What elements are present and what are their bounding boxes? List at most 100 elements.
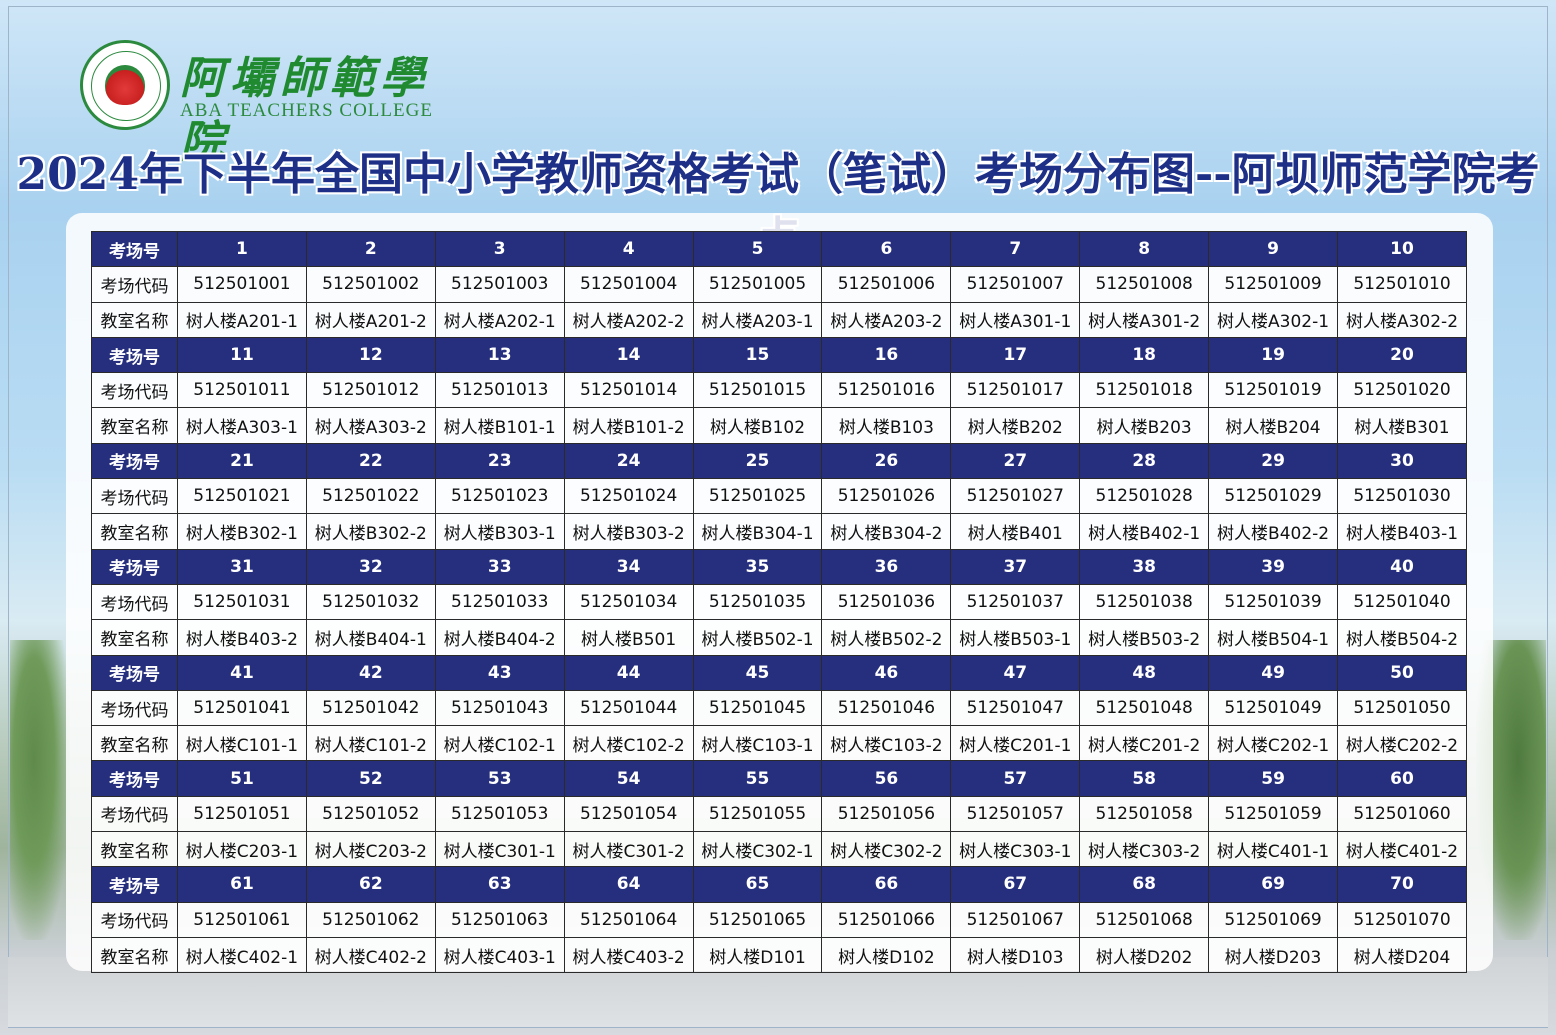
room-number-cell: 61 [177,866,307,903]
classroom-name-cell: 树人楼C203-1 [177,831,307,868]
room-number-cell: 13 [434,336,565,374]
room-code-row: 考场代码 512501031 512501032 512501033 512501034… [91,583,1467,621]
classroom-name-cell: 树人楼B304-1 [692,513,823,550]
room-code-cell: 512501054 [563,795,694,833]
room-number-label: 考场号 [91,230,178,268]
room-number-row: 考场号 51 52 53 54 55 56 57 58 59 60 [91,760,1467,797]
room-code-label: 考场代码 [91,901,178,938]
room-code-cell: 512501023 [434,478,565,515]
room-number-cell: 70 [1337,866,1467,903]
classroom-name-cell: 树人楼A302-1 [1208,301,1339,338]
room-number-cell: 56 [821,760,952,797]
classroom-name-cell: 树人楼B503-2 [1079,619,1210,656]
room-code-cell: 512501024 [563,478,694,515]
room-code-cell: 512501060 [1337,795,1467,833]
room-code-cell: 512501037 [950,583,1081,621]
room-code-cell: 512501041 [177,689,307,727]
classroom-name-label: 教室名称 [91,619,178,656]
room-number-cell: 63 [434,866,565,903]
room-code-cell: 512501025 [692,478,823,515]
classroom-name-cell: 树人楼D103 [950,936,1081,974]
classroom-name-cell: 树人楼B202 [950,407,1081,444]
room-code-cell: 512501048 [1079,689,1210,727]
classroom-name-cell: 树人楼C201-2 [1079,725,1210,762]
classroom-name-cell: 树人楼B303-2 [563,513,694,550]
classroom-name-cell: 树人楼B402-1 [1079,513,1210,550]
classroom-name-cell: 树人楼A303-1 [177,407,307,444]
room-code-cell: 512501035 [692,583,823,621]
exam-room-table: 考场号 1 2 3 4 5 6 7 8 9 10 考场代码 512501001 512501002 5125… [91,230,1467,974]
room-number-cell: 60 [1337,760,1467,797]
room-code-cell: 512501064 [563,901,694,938]
room-number-cell: 24 [563,442,694,480]
classroom-name-cell: 树人楼C303-1 [950,831,1081,868]
school-logo: 阿壩師範學院 ABA TEACHERS COLLEGE [80,38,460,168]
room-code-cell: 512501068 [1079,901,1210,938]
room-number-cell: 7 [950,230,1081,268]
classroom-name-cell: 树人楼B403-1 [1337,513,1467,550]
room-number-cell: 47 [950,654,1081,691]
classroom-name-cell: 树人楼A303-2 [305,407,436,444]
room-number-cell: 33 [434,548,565,585]
classroom-name-cell: 树人楼D204 [1337,936,1467,974]
classroom-name-cell: 树人楼B103 [821,407,952,444]
room-code-cell: 512501001 [177,266,307,303]
classroom-name-cell: 树人楼B302-2 [305,513,436,550]
room-number-cell: 67 [950,866,1081,903]
room-code-cell: 512501046 [821,689,952,727]
room-number-cell: 9 [1208,230,1339,268]
school-seal-icon [80,40,170,130]
classroom-name-cell: 树人楼B404-2 [434,619,565,656]
room-number-label: 考场号 [91,442,178,480]
room-number-label: 考场号 [91,548,178,585]
classroom-name-cell: 树人楼B402-2 [1208,513,1339,550]
classroom-name-cell: 树人楼C202-2 [1337,725,1467,762]
room-number-cell: 34 [563,548,694,585]
classroom-name-cell: 树人楼B403-2 [177,619,307,656]
room-number-cell: 38 [1079,548,1210,585]
room-code-cell: 512501002 [305,266,436,303]
room-code-cell: 512501030 [1337,478,1467,515]
room-number-cell: 64 [563,866,694,903]
room-number-cell: 66 [821,866,952,903]
room-code-row: 考场代码 512501021 512501022 512501023 512501024… [91,478,1467,515]
classroom-name-cell: 树人楼C103-2 [821,725,952,762]
room-code-row: 考场代码 512501041 512501042 512501043 512501044… [91,689,1467,727]
room-number-cell: 18 [1079,336,1210,374]
classroom-name-cell: 树人楼C301-2 [563,831,694,868]
room-number-cell: 27 [950,442,1081,480]
room-code-cell: 512501021 [177,478,307,515]
classroom-name-cell: 树人楼A301-2 [1079,301,1210,338]
classroom-name-cell: 树人楼D203 [1208,936,1339,974]
room-number-cell: 46 [821,654,952,691]
room-number-label: 考场号 [91,336,178,374]
room-code-row: 考场代码 512501051 512501052 512501053 512501054… [91,795,1467,833]
room-code-cell: 512501036 [821,583,952,621]
room-number-cell: 68 [1079,866,1210,903]
room-number-cell: 3 [434,230,565,268]
room-number-cell: 36 [821,548,952,585]
classroom-name-cell: 树人楼C202-1 [1208,725,1339,762]
room-number-label: 考场号 [91,654,178,691]
room-code-cell: 512501003 [434,266,565,303]
classroom-name-cell: 树人楼B503-1 [950,619,1081,656]
room-code-cell: 512501013 [434,372,565,409]
room-code-cell: 512501044 [563,689,694,727]
room-code-cell: 512501066 [821,901,952,938]
classroom-name-row: 教室名称 树人楼B403-2 树人楼B404-1 树人楼B404-2 树人楼B501 树人… [91,619,1467,656]
classroom-name-cell: 树人楼C401-1 [1208,831,1339,868]
room-number-cell: 52 [305,760,436,797]
classroom-name-cell: 树人楼B502-2 [821,619,952,656]
classroom-name-cell: 树人楼A201-1 [177,301,307,338]
room-number-cell: 53 [434,760,565,797]
room-code-cell: 512501067 [950,901,1081,938]
classroom-name-cell: 树人楼B302-1 [177,513,307,550]
room-number-cell: 59 [1208,760,1339,797]
room-code-cell: 512501057 [950,795,1081,833]
room-number-cell: 14 [563,336,694,374]
room-number-cell: 51 [177,760,307,797]
room-code-cell: 512501011 [177,372,307,409]
room-code-cell: 512501059 [1208,795,1339,833]
room-number-label: 考场号 [91,760,178,797]
classroom-name-cell: 树人楼C403-1 [434,936,565,974]
